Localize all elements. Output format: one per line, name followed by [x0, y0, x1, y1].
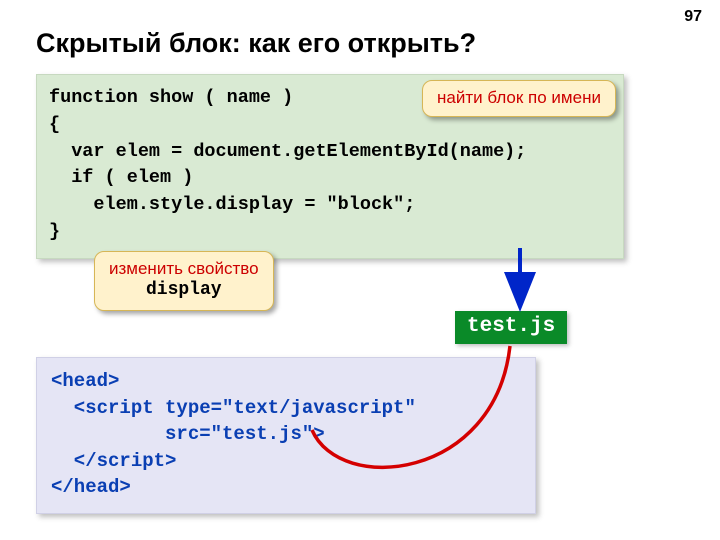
callout-display-text: изменить свойство: [109, 258, 259, 279]
callout-find-block: найти блок по имени: [422, 80, 616, 117]
file-badge-testjs: test.js: [455, 311, 567, 344]
callout-change-display: изменить свойство display: [94, 251, 274, 311]
page-number: 97: [684, 8, 702, 26]
callout-display-mono: display: [109, 279, 259, 302]
code-block-head: <head> <script type="text/javascript" sr…: [36, 357, 536, 514]
slide-title: Скрытый блок: как его открыть?: [36, 28, 476, 59]
